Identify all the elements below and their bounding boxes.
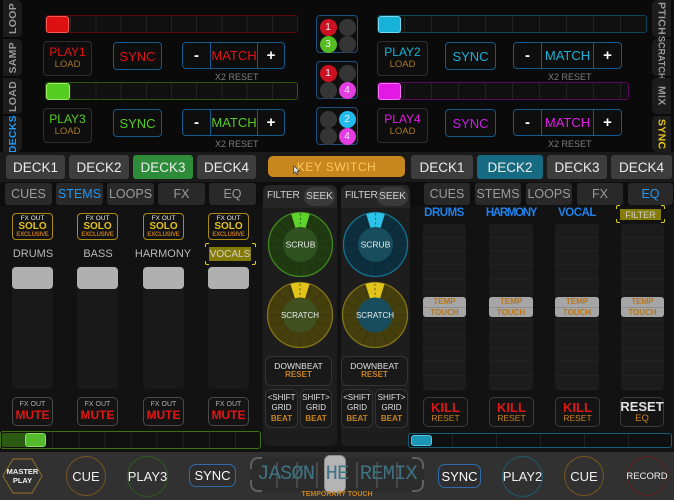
svg-text:SCRUB: SCRUB bbox=[361, 240, 391, 250]
svg-text:PLAY: PLAY bbox=[13, 476, 32, 485]
svg-text:SCRATCH: SCRATCH bbox=[356, 311, 394, 320]
svg-text:MASTER: MASTER bbox=[7, 467, 39, 476]
svg-text:SCRATCH: SCRATCH bbox=[281, 311, 319, 320]
svg-text:SCRUB: SCRUB bbox=[286, 240, 316, 250]
